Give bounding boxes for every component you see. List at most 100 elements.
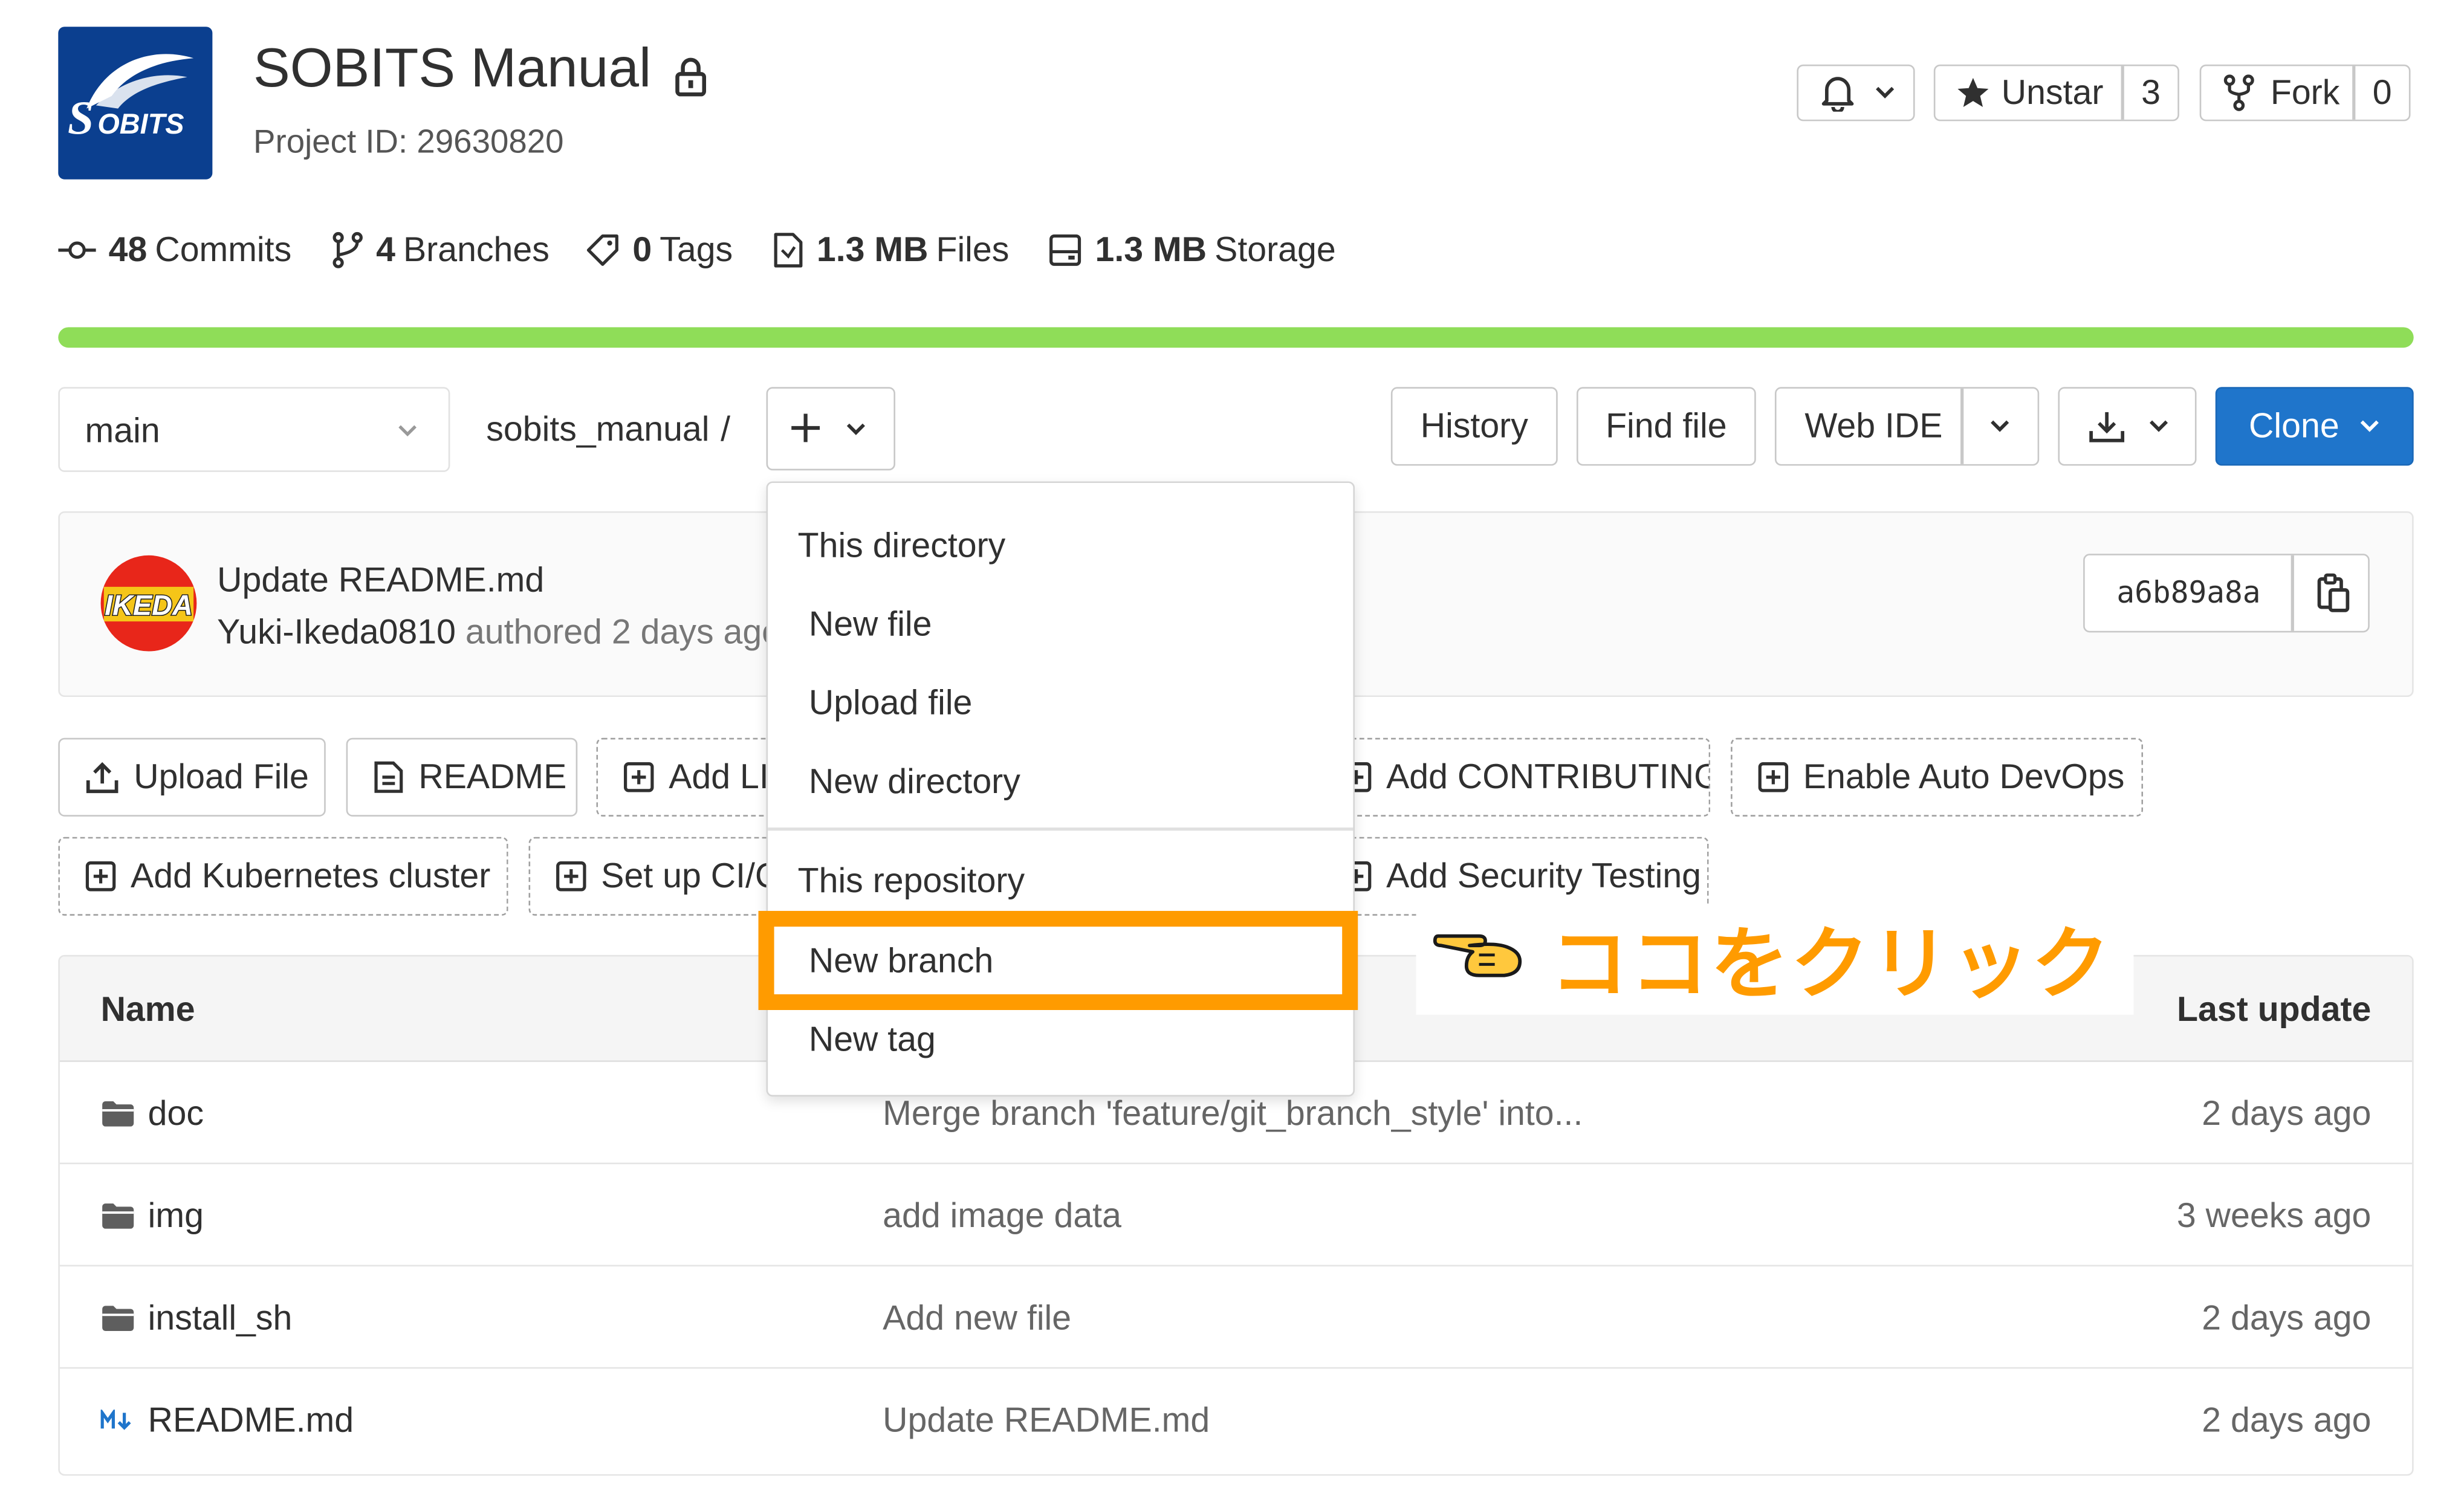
menu-item-new-directory[interactable]: New directory [809,762,1020,803]
upload-icon [85,760,120,794]
unstar-button[interactable]: Unstar 3 [1933,64,2179,121]
markdown-icon [100,1410,135,1431]
menu-item-upload-file[interactable]: Upload file [809,683,973,724]
stat-commits-value: 48 [108,230,148,270]
plus-square-icon [85,861,117,892]
branch-icon [332,232,363,269]
branch-name: main [85,410,160,450]
commit-message[interactable]: add image data [883,1196,1121,1237]
upload-file-label: Upload File [134,756,309,797]
commit-icon [58,239,96,261]
dropdown-divider [768,827,1354,830]
stat-storage[interactable]: 1.3 MB Storage [1048,230,1336,271]
star-count: 3 [2141,72,2161,112]
plus-icon [790,412,822,444]
pointing-hand-icon [1432,917,1526,980]
web-ide-label: Web IDE [1804,406,1943,445]
folder-icon [101,1099,135,1128]
fork-button[interactable]: Fork 0 [2199,64,2411,121]
stat-files[interactable]: 1.3 MB Files [773,230,1009,271]
add-kubernetes-label: Add Kubernetes cluster [131,855,491,895]
file-name[interactable]: img [148,1196,204,1237]
last-update: 3 weeks ago [2176,1196,2372,1235]
file-name[interactable]: README.md [148,1400,354,1441]
col-update-header: Last update [2177,989,2372,1029]
stat-storage-value: 1.3 MB [1095,230,1207,270]
branch-selector[interactable]: main [58,387,450,472]
readme-label: README [418,756,567,797]
breadcrumb-separator: / [721,409,731,448]
menu-item-new-file[interactable]: New file [809,604,932,645]
copy-icon[interactable] [2316,572,2350,614]
web-ide-button[interactable]: Web IDE [1774,387,2040,466]
stat-tags[interactable]: 0 Tags [585,230,733,271]
folder-icon [101,1304,135,1333]
commit-message[interactable]: Merge branch 'feature/git_branch_style' … [883,1093,1583,1135]
commit-title[interactable]: Update README.md [217,560,544,601]
bell-icon [1814,66,1861,119]
enable-auto-devops-button[interactable]: Enable Auto DevOps [1731,737,2144,817]
add-kubernetes-button[interactable]: Add Kubernetes cluster [58,837,508,916]
plus-square-icon [1757,762,1789,793]
download-button[interactable] [2058,387,2197,466]
storage-usage-bar [58,327,2414,348]
chevron-down-icon [2148,418,2170,434]
stat-storage-label: Storage [1214,230,1336,270]
project-logo: S OBITS [58,27,213,180]
stat-files-value: 1.3 MB [816,230,929,270]
breadcrumb-project[interactable]: sobits_manual [486,409,709,450]
avatar[interactable]: IKEDA [100,555,197,652]
upload-file-button[interactable]: Upload File [58,737,326,817]
file-name[interactable]: doc [148,1093,204,1135]
last-update: 2 days ago [2202,1093,2372,1133]
fork-icon [2220,66,2258,119]
notification-button[interactable] [1797,64,1915,121]
project-title: SOBITS Manual [253,37,652,99]
stat-files-label: Files [936,230,1010,270]
avatar-text: IKEDA [105,590,193,621]
stat-tags-value: 0 [632,230,652,270]
stat-branches[interactable]: 4 Branches [332,230,550,271]
fork-label: Fork [2270,72,2340,112]
commit-sha[interactable]: a6b89a8a [2085,555,2293,631]
enable-auto-devops-label: Enable Auto DevOps [1803,756,2125,797]
table-row[interactable]: install_sh Add new file 2 days ago [59,1266,2413,1369]
fork-count: 0 [2372,72,2392,112]
setup-cicd-button[interactable]: Set up CI/CD [528,837,801,916]
chevron-down-icon [2358,418,2380,434]
menu-item-new-tag[interactable]: New tag [809,1020,936,1061]
dropdown-header-repository: This repository [797,860,1025,900]
svg-text:S: S [68,91,94,144]
stat-commits-label: Commits [155,230,292,270]
download-icon [2088,409,2125,444]
chevron-down-icon [845,422,867,438]
table-row[interactable]: img add image data 3 weeks ago [59,1164,2413,1267]
stat-commits[interactable]: 48 Commits [58,230,291,271]
add-to-tree-button[interactable] [766,387,895,471]
tag-icon [585,233,620,267]
add-security-testing-label: Add Security Testing [1386,855,1702,895]
find-file-button[interactable]: Find file [1577,387,1756,466]
chevron-down-icon [397,423,418,439]
logo-text: OBITS [97,108,184,140]
project-id: Project ID: 29630820 [253,124,564,161]
col-name-header: Name [100,989,195,1029]
commit-message[interactable]: Update README.md [883,1400,1210,1441]
chevron-down-icon[interactable] [1989,418,2011,434]
commit-author[interactable]: Yuki-Ikeda0810 [217,612,456,651]
plus-square-icon [556,861,587,892]
unstar-label: Unstar [2001,72,2104,112]
commit-message[interactable]: Add new file [883,1298,1071,1339]
dropdown-header-directory: This directory [797,525,1006,565]
last-update: 2 days ago [2202,1298,2372,1338]
readme-button[interactable]: README [346,737,578,817]
history-button[interactable]: History [1390,387,1558,466]
commit-sha-group: a6b89a8a [2083,554,2370,633]
table-row[interactable]: README.md Update README.md 2 days ago [60,1368,2412,1471]
clone-button[interactable]: Clone [2215,387,2414,466]
file-name[interactable]: install_sh [148,1298,293,1339]
clone-label: Clone [2249,406,2339,445]
commit-time: authored 2 days ago [465,612,782,652]
add-contributing-button[interactable]: Add CONTRIBUTING [1314,737,1711,817]
chevron-down-icon [1868,66,1902,119]
